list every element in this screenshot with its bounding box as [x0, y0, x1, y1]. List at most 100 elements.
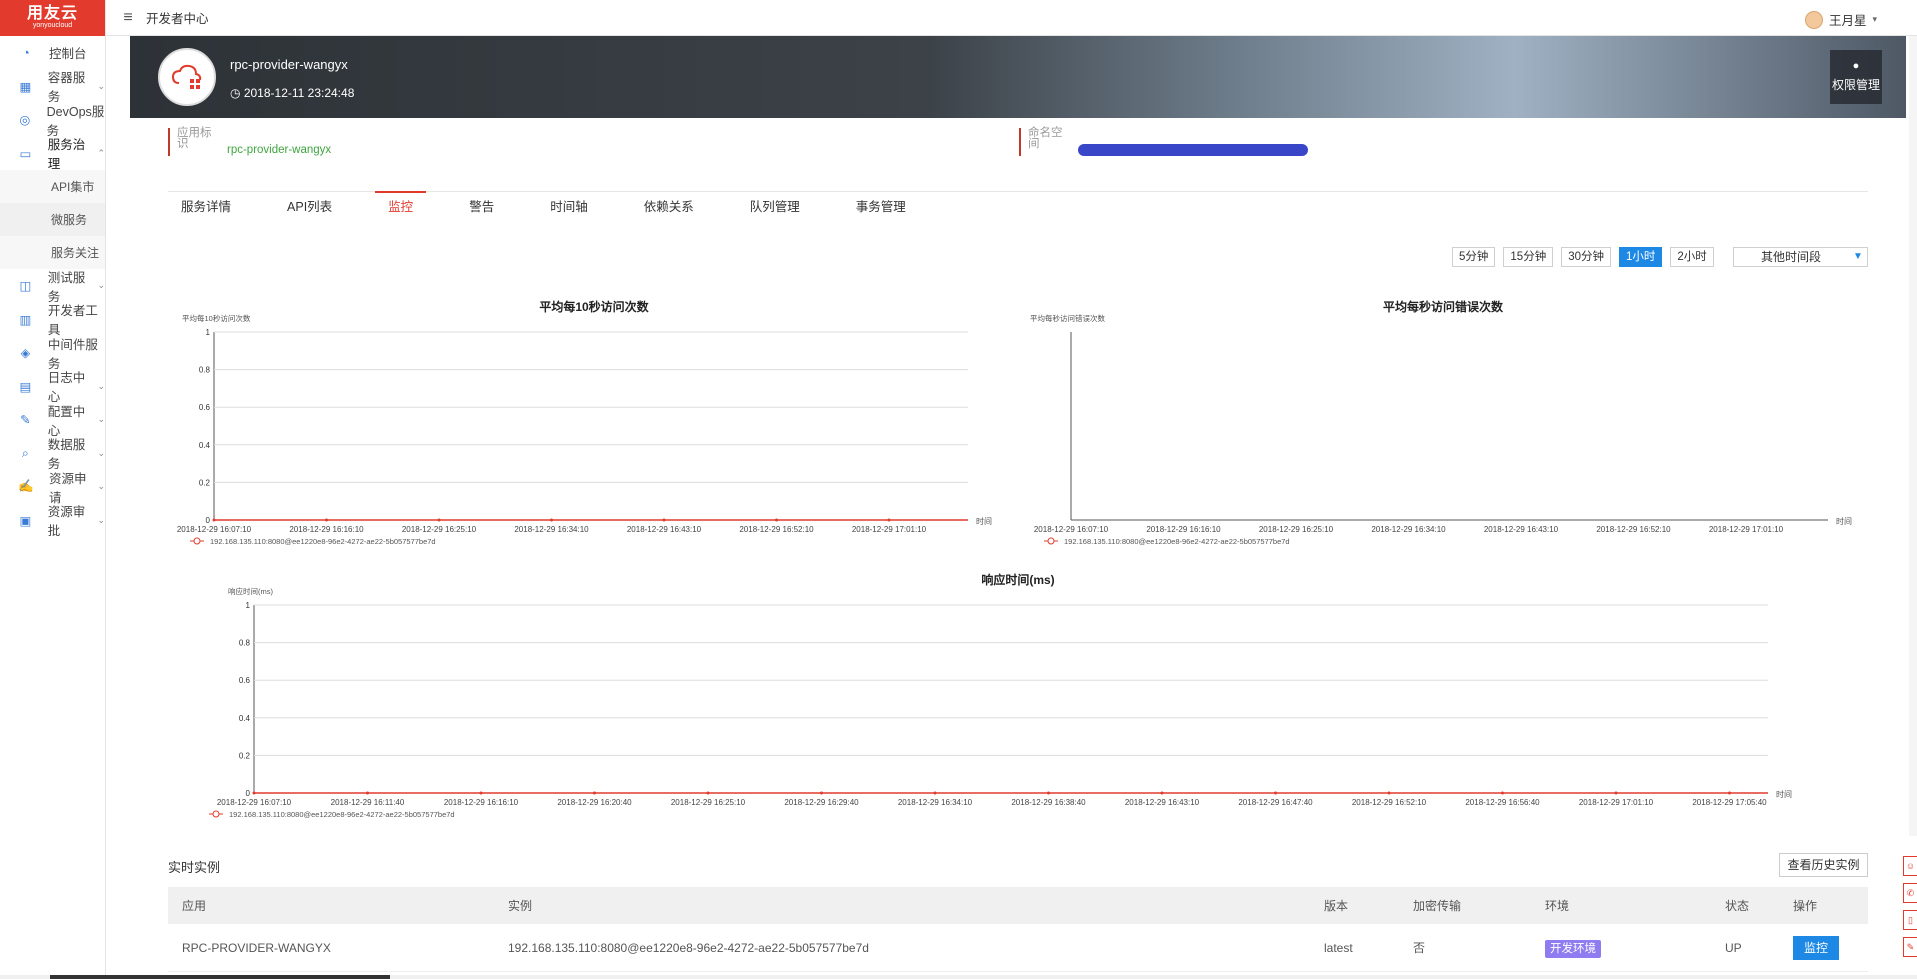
column-header: 加密传输 [1413, 899, 1462, 913]
robot-icon[interactable]: ☺ [1903, 856, 1917, 876]
y-axis-label: 平均每秒访问错误次数 [1030, 313, 1105, 323]
x-tick-label: 2018-12-29 16:47:40 [1238, 798, 1313, 807]
floating-tools: ☺ ✆ ▯ ✎ [1903, 856, 1917, 964]
tab[interactable]: 依赖关系 [631, 191, 707, 223]
app-info-row: 应用标识 rpc-provider-wangyx 命名空间 [168, 127, 1868, 162]
resource-approve-icon: ▣ [19, 513, 32, 528]
tab[interactable]: 队列管理 [737, 191, 813, 223]
y-tick-label: 0.2 [239, 751, 251, 760]
x-tick-label: 2018-12-29 17:01:10 [1579, 798, 1654, 807]
tab[interactable]: 监控 [375, 191, 427, 223]
sidebar-item[interactable]: ▣ 资源审批 ⌄ [0, 504, 105, 538]
other-time-select[interactable]: 其他时间段 ▼ [1733, 247, 1868, 267]
user-menu[interactable]: 王月星 ▾ [1804, 10, 1877, 29]
sidebar-subitem[interactable]: 服务关注 [0, 236, 105, 269]
sidebar-item-label: 中间件服务 [47, 337, 98, 371]
sidebar-item-label: 容器服务 [47, 71, 86, 105]
sidebar-item[interactable]: ◔ 控制台 [0, 36, 105, 70]
sidebar-item[interactable]: ✎ 配置中心 ⌄ [0, 403, 105, 438]
data-point [662, 518, 666, 522]
other-time-label: 其他时间段 [1761, 250, 1822, 264]
app-created-time: ◷ 2018-12-11 23:24:48 [230, 86, 354, 100]
instances-table: 应用 实例 版本 加密传输 环境 状态 操作 RPC-PROVIDER-WANGYX 192.… [168, 887, 1868, 972]
sidebar-item[interactable]: ▥ 开发者工具 [0, 303, 105, 337]
x-tick-label: 2018-12-29 17:01:10 [852, 525, 927, 534]
tab[interactable]: 时间轴 [537, 191, 601, 223]
sidebar-item[interactable]: ▤ 日志中心 ⌄ [0, 370, 105, 404]
table-cell: RPC-PROVIDER-WANGYX [182, 940, 331, 955]
sidebar-nav: ◔ 控制台 ▦ 容器服务 ⌄ ◎ DevOps服务 ▭ 服务治理 ⌃ API集市 微服务 服务关注 ◫ 测试… [0, 36, 105, 538]
data-point [325, 518, 328, 522]
data-point [593, 791, 596, 795]
permission-button[interactable]: ● 权限管理 [1830, 50, 1882, 104]
sidebar-item[interactable]: ▭ 服务治理 ⌃ [0, 137, 105, 171]
x-tick-label: 2018-12-29 16:34:10 [1371, 525, 1446, 534]
x-tick-label: 2018-12-29 16:56:40 [1465, 798, 1540, 807]
sidebar-item[interactable]: ◎ DevOps服务 [0, 103, 105, 138]
x-tick-label: 2018-12-29 17:01:10 [1709, 525, 1784, 534]
namespace-label: 命名空间 [1028, 127, 1063, 150]
y-tick-label: 0 [246, 789, 251, 798]
data-point [1614, 791, 1618, 795]
sidebar-item-label: 服务治理 [47, 138, 86, 172]
chevron-down-icon: ⌄ [97, 447, 105, 458]
data-point [550, 518, 553, 522]
x-tick-label: 2018-12-29 16:16:10 [289, 525, 364, 534]
chart-visits: 平均每10秒访问次数平均每10秒访问次数00.20.40.60.81时间2018… [177, 299, 992, 546]
scrollbar-thumb[interactable] [50, 975, 390, 979]
time-range-button[interactable]: 1小时 [1619, 247, 1663, 267]
time-range-button[interactable]: 30分钟 [1561, 247, 1611, 267]
permission-label: 权限管理 [1831, 78, 1880, 92]
chevron-down-icon: ⌄ [97, 80, 105, 91]
y-tick-label: 0.6 [199, 403, 211, 412]
x-axis-label: 时间 [976, 516, 992, 526]
tab[interactable]: API列表 [274, 191, 345, 223]
time-range-button[interactable]: 5分钟 [1452, 247, 1496, 267]
vertical-scrollbar[interactable] [1909, 36, 1917, 836]
x-tick-label: 2018-12-29 16:25:10 [402, 525, 477, 534]
x-tick-label: 2018-12-29 16:34:10 [514, 525, 589, 534]
table-cell: UP [1725, 940, 1742, 955]
sidebar-item[interactable]: ✍ 资源申请 ⌄ [0, 470, 105, 505]
tab[interactable]: 事务管理 [843, 191, 919, 223]
horizontal-scrollbar[interactable] [0, 975, 1917, 979]
time-range-button[interactable]: 15分钟 [1503, 247, 1554, 267]
sidebar-submenu: API集市 微服务 服务关注 [0, 170, 105, 269]
monitor-button[interactable]: 监控 [1793, 936, 1840, 960]
app-logo [158, 48, 216, 106]
chart-title: 响应时间(ms) [981, 572, 1054, 587]
app-id-block: 应用标识 rpc-provider-wangyx [168, 127, 331, 156]
chart-title: 平均每秒访问错误次数 [1383, 299, 1504, 314]
sidebar-item[interactable]: ◫ 测试服务 ⌄ [0, 269, 105, 304]
phone-icon[interactable]: ✆ [1903, 883, 1917, 903]
chart-response-time: 响应时间(ms) 响应时间(ms) 0 0.2 0.4 0.6 0.8 1 时间 2018-12-… [209, 572, 1792, 819]
legend-marker [193, 537, 201, 545]
sidebar-subitem[interactable]: API集市 [0, 170, 105, 203]
brand-name: 用友云 [26, 5, 78, 22]
tab[interactable]: 服务详情 [168, 191, 244, 223]
instances-title: 实时实例 [168, 860, 221, 875]
y-tick-label: 0 [206, 516, 211, 525]
column-header: 实例 [508, 899, 533, 913]
sidebar-item[interactable]: ⌕ 数据服务 ⌄ [0, 437, 105, 471]
brand-logo[interactable]: 用友云 yonyoucloud [0, 0, 105, 36]
sidebar-item-label: 测试服务 [47, 270, 86, 304]
test-icon: ◫ [19, 279, 32, 294]
app-id-label: 应用标识 [177, 127, 212, 150]
data-point [775, 518, 778, 522]
mobile-icon[interactable]: ▯ [1903, 910, 1917, 930]
sidebar-item[interactable]: ▦ 容器服务 ⌄ [0, 70, 105, 104]
menu-icon[interactable]: ≡ [110, 9, 146, 27]
table-cell: latest [1324, 940, 1353, 955]
config-icon: ✎ [20, 413, 31, 428]
time-range-button[interactable]: 2小时 [1670, 247, 1714, 267]
history-instances-button[interactable]: 查看历史实例 [1779, 853, 1868, 877]
sidebar-subitem[interactable]: 微服务 [0, 203, 105, 236]
data-point [252, 791, 256, 795]
sidebar-item[interactable]: ◈ 中间件服务 [0, 336, 105, 371]
x-tick-label: 2018-12-29 16:16:10 [444, 798, 519, 807]
tab[interactable]: 警告 [456, 191, 507, 223]
x-tick-label: 2018-12-29 16:38:40 [1011, 798, 1086, 807]
data-point [437, 518, 441, 522]
feedback-icon[interactable]: ✎ [1903, 937, 1917, 957]
